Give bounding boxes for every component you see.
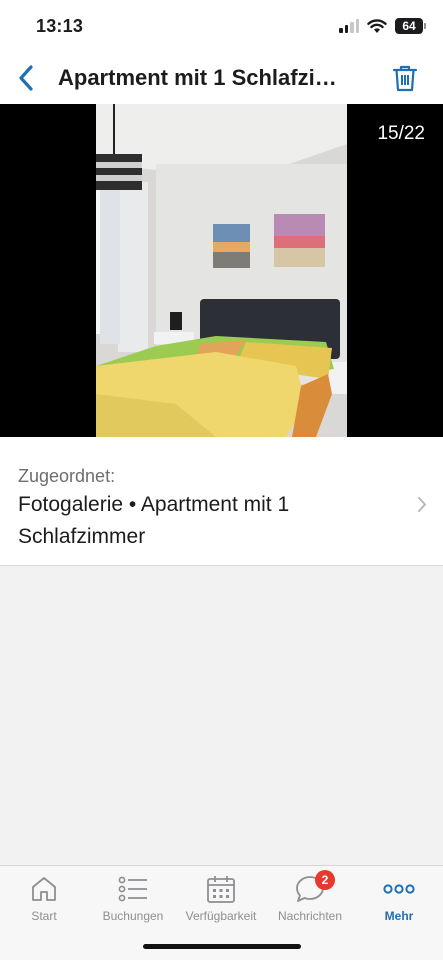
cellular-signal-icon bbox=[339, 19, 359, 33]
back-button[interactable] bbox=[6, 58, 46, 98]
chevron-right-icon bbox=[418, 497, 426, 512]
status-bar: 13:13 64 bbox=[0, 0, 443, 52]
wifi-icon bbox=[367, 18, 387, 33]
status-indicators: 64 bbox=[339, 18, 426, 34]
chevron-left-icon bbox=[19, 65, 33, 91]
home-icon bbox=[32, 877, 56, 901]
navigation-bar: Apartment mit 1 Schlafzi… bbox=[0, 52, 443, 104]
assignment-value: Fotogalerie • Apartment mit 1 Schlafzimm… bbox=[18, 493, 290, 548]
photo-counter: 15/22 bbox=[377, 123, 425, 144]
tab-label: Verfügbarkeit bbox=[185, 909, 257, 923]
more-icon bbox=[383, 884, 415, 894]
assignment-row[interactable]: Zugeordnet: Fotogalerie • Apartment mit … bbox=[0, 437, 443, 566]
tab-start[interactable]: Start bbox=[0, 872, 88, 928]
trash-icon bbox=[392, 65, 418, 92]
tab-label: Start bbox=[31, 909, 57, 923]
battery-icon: 64 bbox=[395, 18, 426, 34]
tab-nachrichten[interactable]: 2 Nachrichten bbox=[266, 870, 354, 928]
tab-label: Buchungen bbox=[102, 909, 164, 923]
tab-mehr[interactable]: Mehr bbox=[355, 872, 443, 928]
assignment-label: Zugeordnet: bbox=[18, 466, 116, 486]
home-indicator[interactable] bbox=[143, 944, 301, 949]
list-icon bbox=[118, 876, 147, 902]
page-title: Apartment mit 1 Schlafzi… bbox=[58, 65, 337, 90]
tab-buchungen[interactable]: Buchungen bbox=[89, 872, 177, 928]
delete-button[interactable] bbox=[387, 60, 423, 96]
status-time: 13:13 bbox=[36, 16, 84, 36]
tab-verfuegbarkeit[interactable]: Verfügbarkeit bbox=[177, 872, 265, 928]
bedroom-illustration bbox=[96, 104, 347, 437]
photo-viewer[interactable]: 15/22 bbox=[0, 104, 443, 437]
tab-label: Mehr bbox=[384, 909, 414, 923]
apartment-bedroom-photo[interactable] bbox=[96, 104, 347, 437]
calendar-icon bbox=[207, 876, 235, 903]
unread-badge: 2 bbox=[315, 870, 335, 890]
tab-label: Nachrichten bbox=[277, 909, 343, 923]
